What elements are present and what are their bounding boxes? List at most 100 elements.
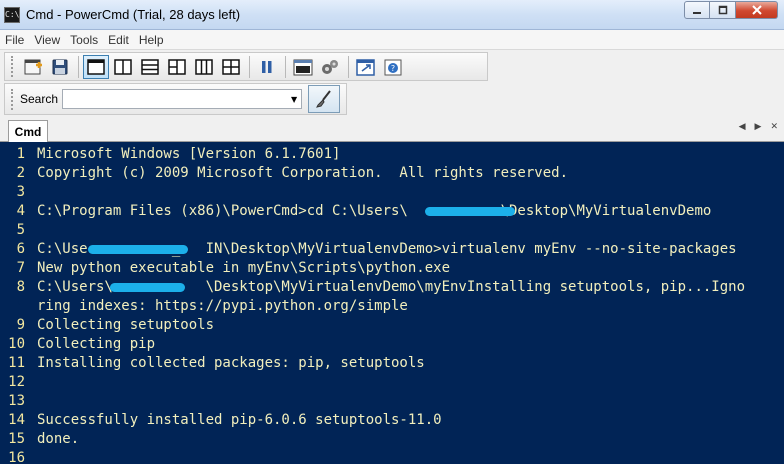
console-line-text: ring indexes: https://pypi.python.org/si… <box>37 298 408 314</box>
layout-three-columns-button[interactable] <box>191 55 217 79</box>
gear-icon <box>322 59 338 74</box>
console-line: 4 C:\Program Files (x86)\PowerCmd>cd C:\U… <box>0 202 784 221</box>
title-bar: C:\ Cmd - PowerCmd (Trial, 28 days left) <box>0 0 784 30</box>
layout-grid-button[interactable] <box>164 55 190 79</box>
menu-view[interactable]: View <box>34 33 60 47</box>
line-number: 5 <box>16 222 25 238</box>
menu-edit[interactable]: Edit <box>108 33 129 47</box>
console-line: ring indexes: https://pypi.python.org/si… <box>0 297 784 316</box>
console-line: 11 Installing collected packages: pip, se… <box>0 354 784 373</box>
close-button[interactable] <box>736 1 778 19</box>
console-line-text: Installing collected packages: pip, setu… <box>37 355 425 371</box>
minimize-icon <box>693 12 701 14</box>
line-number: 12 <box>8 374 25 390</box>
external-window-icon <box>356 58 375 76</box>
console-line: 15 done. <box>0 430 784 449</box>
toolbar-grip[interactable] <box>11 56 16 77</box>
search-toolbar: Search ▼ <box>4 83 347 115</box>
menu-tools[interactable]: Tools <box>70 33 98 47</box>
console-line-text: Microsoft Windows [Version 6.1.7601] <box>37 146 341 162</box>
console-line-text: Copyright (c) 2009 Microsoft Corporation… <box>37 165 569 181</box>
line-number: 1 <box>16 146 25 162</box>
layout-single-icon <box>87 58 105 75</box>
tab-close-icon[interactable]: ✕ <box>770 122 778 132</box>
chevron-down-icon[interactable]: ▼ <box>287 95 301 104</box>
search-input[interactable] <box>63 91 288 107</box>
console-line-text: Collecting pip <box>37 336 156 352</box>
line-number: 8 <box>16 279 25 295</box>
new-console-button[interactable] <box>20 55 46 79</box>
save-icon <box>52 59 68 74</box>
line-number: 11 <box>8 355 25 371</box>
line-number: 2 <box>16 165 25 181</box>
console-line: 12 <box>0 373 784 392</box>
line-number: 3 <box>16 184 25 200</box>
console-line-text: Collecting setuptools <box>37 317 215 333</box>
menu-bar: File View Tools Edit Help <box>0 30 784 50</box>
line-number: 14 <box>8 412 25 428</box>
toolbar-separator <box>78 55 79 78</box>
open-window-button[interactable] <box>353 55 379 79</box>
layout-horizontal-split-button[interactable] <box>137 55 163 79</box>
new-console-icon <box>24 59 42 74</box>
clear-search-button[interactable] <box>308 85 341 113</box>
layout-single-button[interactable] <box>83 54 109 79</box>
tab-bar: Cmd ◀ ▶ ✕ <box>0 117 784 142</box>
console-line: 10 Collecting pip <box>0 335 784 354</box>
help-button[interactable]: ? <box>380 55 406 79</box>
main-toolbar: ? <box>4 52 488 81</box>
menu-help[interactable]: Help <box>139 33 164 47</box>
redaction-mark <box>425 207 515 216</box>
console-line: 1 Microsoft Windows [Version 6.1.7601] <box>0 145 784 164</box>
console-line-text: done. <box>37 431 80 447</box>
line-number: 16 <box>8 450 25 464</box>
console-output[interactable]: 1 Microsoft Windows [Version 6.1.7601] 2 Co… <box>0 142 784 464</box>
redaction-mark <box>88 245 188 254</box>
layout-grid-icon <box>168 58 186 75</box>
layout-horizontal-split-icon <box>141 58 159 75</box>
line-number: 9 <box>16 317 25 333</box>
menu-file[interactable]: File <box>5 33 24 47</box>
search-combobox[interactable]: ▼ <box>62 89 303 109</box>
maximize-icon <box>718 5 727 15</box>
console-line-text: Successfully installed pip-6.0.6 setupto… <box>37 412 442 428</box>
layout-three-columns-icon <box>195 58 213 75</box>
svg-text:?: ? <box>391 64 395 73</box>
line-number: 13 <box>8 393 25 409</box>
layout-vertical-split-button[interactable] <box>110 55 136 79</box>
app-icon[interactable]: C:\ <box>4 7 20 23</box>
window-controls <box>684 1 778 19</box>
console-line: 3 <box>0 183 784 202</box>
redaction-mark <box>110 283 185 292</box>
tab-cmd[interactable]: Cmd <box>8 120 48 142</box>
window-title: Cmd - PowerCmd (Trial, 28 days left) <box>26 7 241 22</box>
brush-icon <box>316 90 331 108</box>
dos-icon <box>293 59 313 75</box>
line-number: 4 <box>16 203 25 219</box>
minimize-button[interactable] <box>684 1 710 19</box>
toolbar-grip[interactable] <box>11 88 16 110</box>
console-line: 2 Copyright (c) 2009 Microsoft Corporatio… <box>0 164 784 183</box>
console-line-text: New python executable in myEnv\Scripts\p… <box>37 260 451 276</box>
dos-button[interactable] <box>290 55 316 79</box>
tab-next-icon[interactable]: ▶ <box>755 122 762 132</box>
maximize-button[interactable] <box>710 1 736 19</box>
line-number: 7 <box>16 260 25 276</box>
layout-quad-button[interactable] <box>218 55 244 79</box>
console-line: 7 New python executable in myEnv\Scripts\… <box>0 259 784 278</box>
line-number: 15 <box>8 431 25 447</box>
pause-button[interactable] <box>254 55 280 79</box>
settings-button[interactable] <box>317 55 343 79</box>
tab-navigation: ◀ ▶ ✕ <box>739 122 778 132</box>
line-number: 10 <box>8 336 25 352</box>
console-line: 5 <box>0 221 784 240</box>
close-icon <box>751 5 762 15</box>
tab-prev-icon[interactable]: ◀ <box>739 122 746 132</box>
console-line: 14 Successfully installed pip-6.0.6 setup… <box>0 411 784 430</box>
save-button[interactable] <box>47 55 73 79</box>
console-line: 9 Collecting setuptools <box>0 316 784 335</box>
toolbar-separator <box>249 55 250 78</box>
console-line: 16 <box>0 449 784 464</box>
toolbar-separator <box>348 55 349 78</box>
layout-quad-icon <box>222 58 240 75</box>
